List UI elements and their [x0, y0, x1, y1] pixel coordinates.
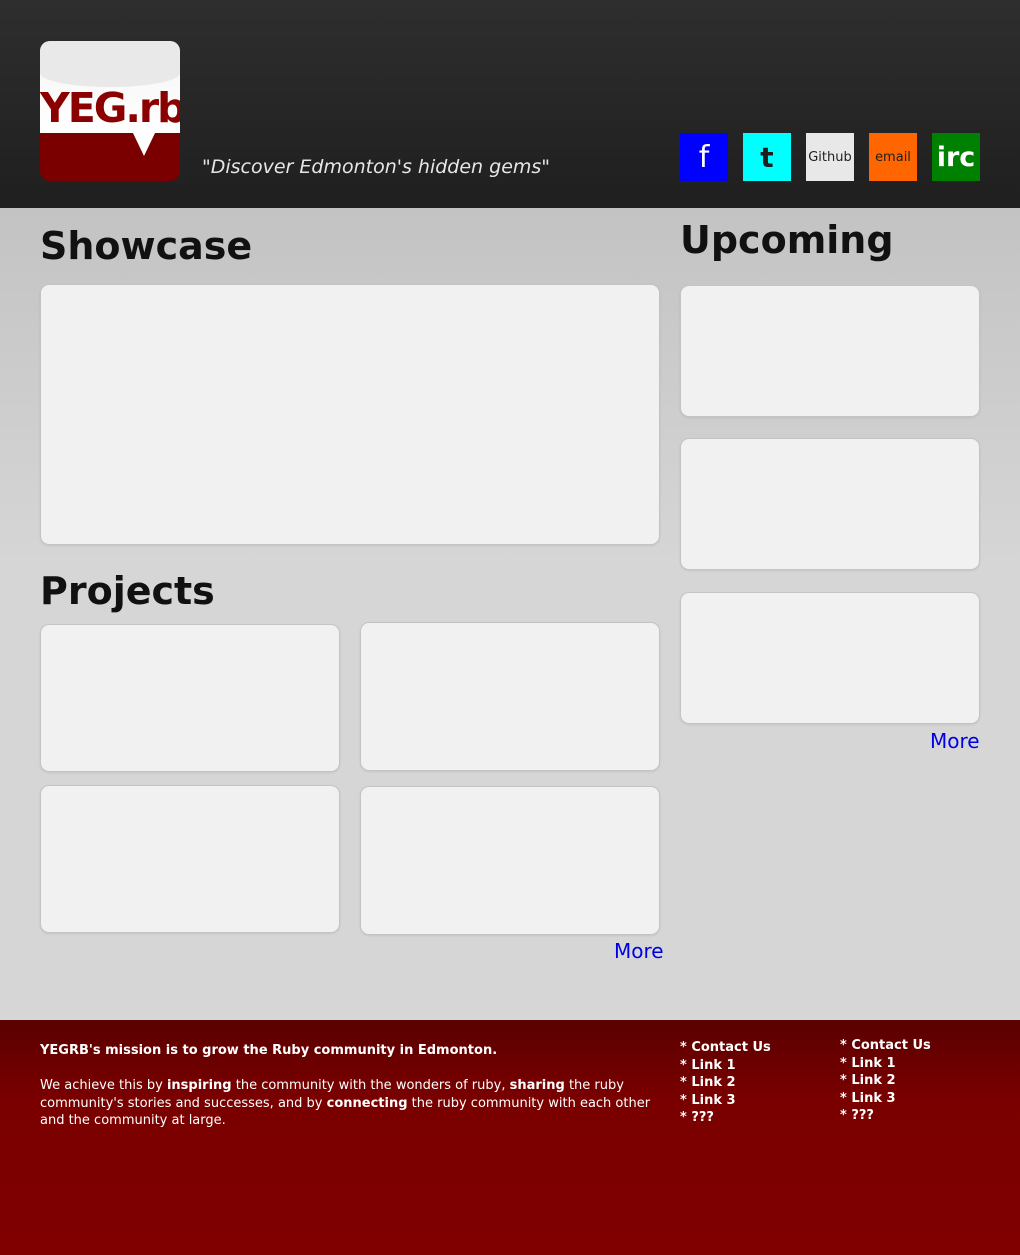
footer-link[interactable]: * ???: [680, 1110, 714, 1125]
footer-link[interactable]: * ???: [840, 1108, 874, 1123]
footer-link-2: * Link 2: [680, 1074, 771, 1092]
upcoming-event-card[interactable]: [680, 592, 980, 724]
project-card[interactable]: [360, 622, 660, 771]
irc-icon[interactable]: irc: [932, 133, 980, 181]
mission-keyword: sharing: [509, 1078, 565, 1093]
site-footer: YEGRB's mission is to grow the Ruby comm…: [0, 1020, 1020, 1255]
project-card[interactable]: [40, 624, 340, 772]
mission-title: YEGRB's mission is to grow the Ruby comm…: [40, 1043, 498, 1058]
footer-link-3: * Link 3: [840, 1090, 931, 1108]
footer-link-contact-us: * Contact Us: [680, 1039, 771, 1057]
footer-link-contact-us: * Contact Us: [840, 1037, 931, 1055]
projects-more-link[interactable]: More: [614, 939, 664, 963]
project-card[interactable]: [360, 786, 660, 935]
facebook-icon[interactable]: f: [680, 133, 728, 181]
yegrb-logo[interactable]: YEG.rb: [40, 41, 180, 181]
logo-text: YEG.rb: [40, 84, 180, 132]
footer-link[interactable]: * Link 1: [840, 1056, 896, 1071]
footer-links-col2: * Contact Us * Link 1 * Link 2 * Link 3 …: [840, 1037, 931, 1125]
upcoming-more-link[interactable]: More: [930, 729, 980, 753]
site-header: YEG.rb "Discover Edmonton's hidden gems"…: [0, 0, 1020, 208]
mission-text: We achieve this by: [40, 1078, 167, 1093]
footer-link[interactable]: * Link 1: [680, 1058, 736, 1073]
upcoming-event-card[interactable]: [680, 285, 980, 417]
showcase-panel[interactable]: [40, 284, 660, 545]
github-icon[interactable]: Github: [806, 133, 854, 181]
twitter-icon[interactable]: t: [743, 133, 791, 181]
upcoming-heading: Upcoming: [680, 218, 894, 262]
footer-link[interactable]: * Contact Us: [680, 1040, 771, 1055]
site-tagline: "Discover Edmonton's hidden gems": [202, 156, 551, 178]
footer-link-2: * Link 2: [840, 1072, 931, 1090]
showcase-heading: Showcase: [40, 224, 253, 268]
footer-link[interactable]: * Link 2: [680, 1075, 736, 1090]
footer-link-unknown: * ???: [840, 1107, 931, 1125]
email-icon[interactable]: email: [869, 133, 917, 181]
footer-link[interactable]: * Link 2: [840, 1073, 896, 1088]
footer-link-1: * Link 1: [680, 1057, 771, 1075]
footer-link-unknown: * ???: [680, 1109, 771, 1127]
footer-link[interactable]: * Link 3: [840, 1091, 896, 1106]
mission-keyword: inspiring: [166, 1078, 232, 1093]
mission-statement: We achieve this by inspiring the communi…: [40, 1077, 660, 1130]
footer-link-3: * Link 3: [680, 1092, 771, 1110]
mission-keyword: connecting: [326, 1095, 408, 1111]
project-card[interactable]: [40, 785, 340, 933]
footer-link[interactable]: * Contact Us: [840, 1038, 931, 1053]
projects-heading: Projects: [40, 569, 215, 613]
footer-links-col1: * Contact Us * Link 1 * Link 2 * Link 3 …: [680, 1039, 771, 1127]
logo-bubble-tail: [132, 131, 156, 156]
upcoming-event-card[interactable]: [680, 438, 980, 570]
footer-link[interactable]: * Link 3: [680, 1093, 736, 1108]
footer-link-1: * Link 1: [840, 1055, 931, 1073]
mission-text: the community with the wonders of ruby,: [231, 1078, 510, 1093]
